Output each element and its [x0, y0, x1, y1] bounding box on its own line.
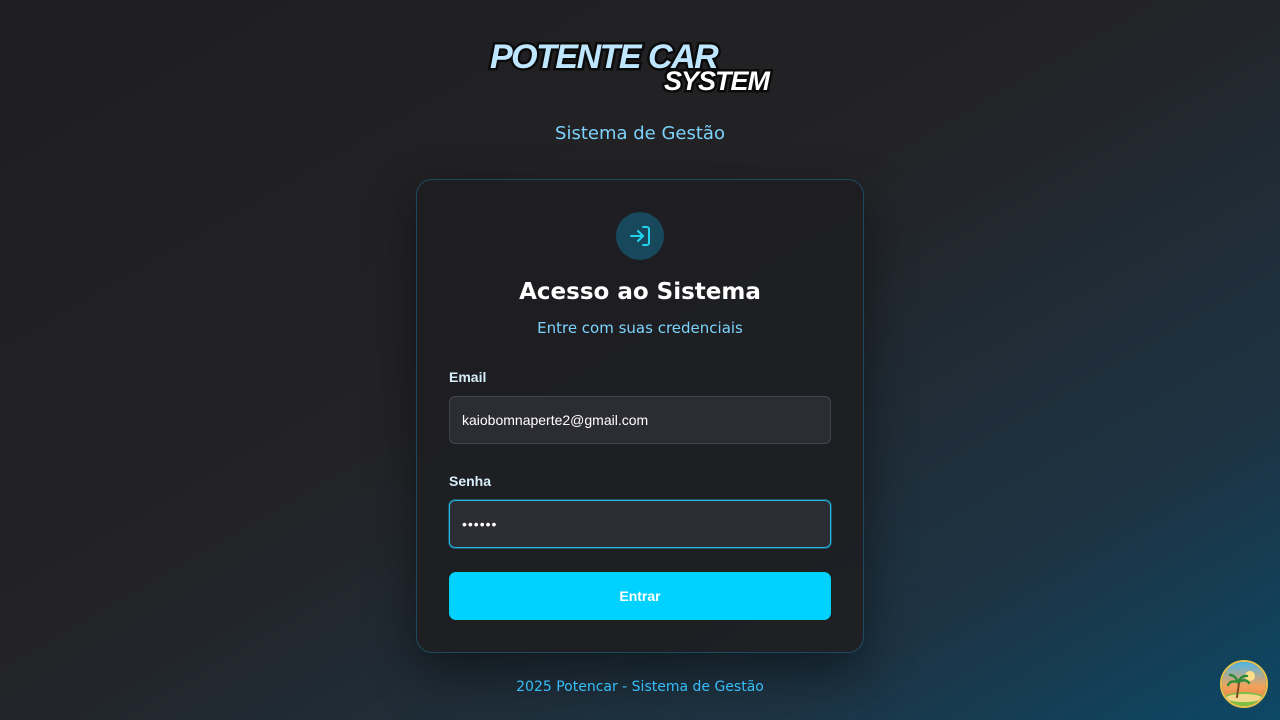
login-icon-badge: [616, 212, 664, 260]
avatar[interactable]: [1220, 660, 1268, 708]
login-card: Acesso ao Sistema Entre com suas credenc…: [416, 179, 864, 653]
login-arrow-icon: [630, 226, 650, 246]
logo-text-line2: SYSTEM: [664, 66, 771, 96]
app-subtitle: Sistema de Gestão: [555, 123, 725, 144]
email-label: Email: [449, 369, 487, 385]
password-field[interactable]: [449, 500, 831, 548]
card-subtitle: Entre com suas credenciais: [537, 319, 743, 337]
beach-avatar-icon: [1222, 662, 1266, 706]
footer-text: 2025 Potencar - Sistema de Gestão: [516, 679, 764, 695]
password-label: Senha: [449, 473, 492, 489]
brand-logo: POTENTE CAR SYSTEM: [484, 36, 798, 96]
card-title: Acesso ao Sistema: [519, 279, 761, 305]
email-field[interactable]: [449, 396, 831, 444]
login-button[interactable]: Entrar: [449, 572, 831, 620]
